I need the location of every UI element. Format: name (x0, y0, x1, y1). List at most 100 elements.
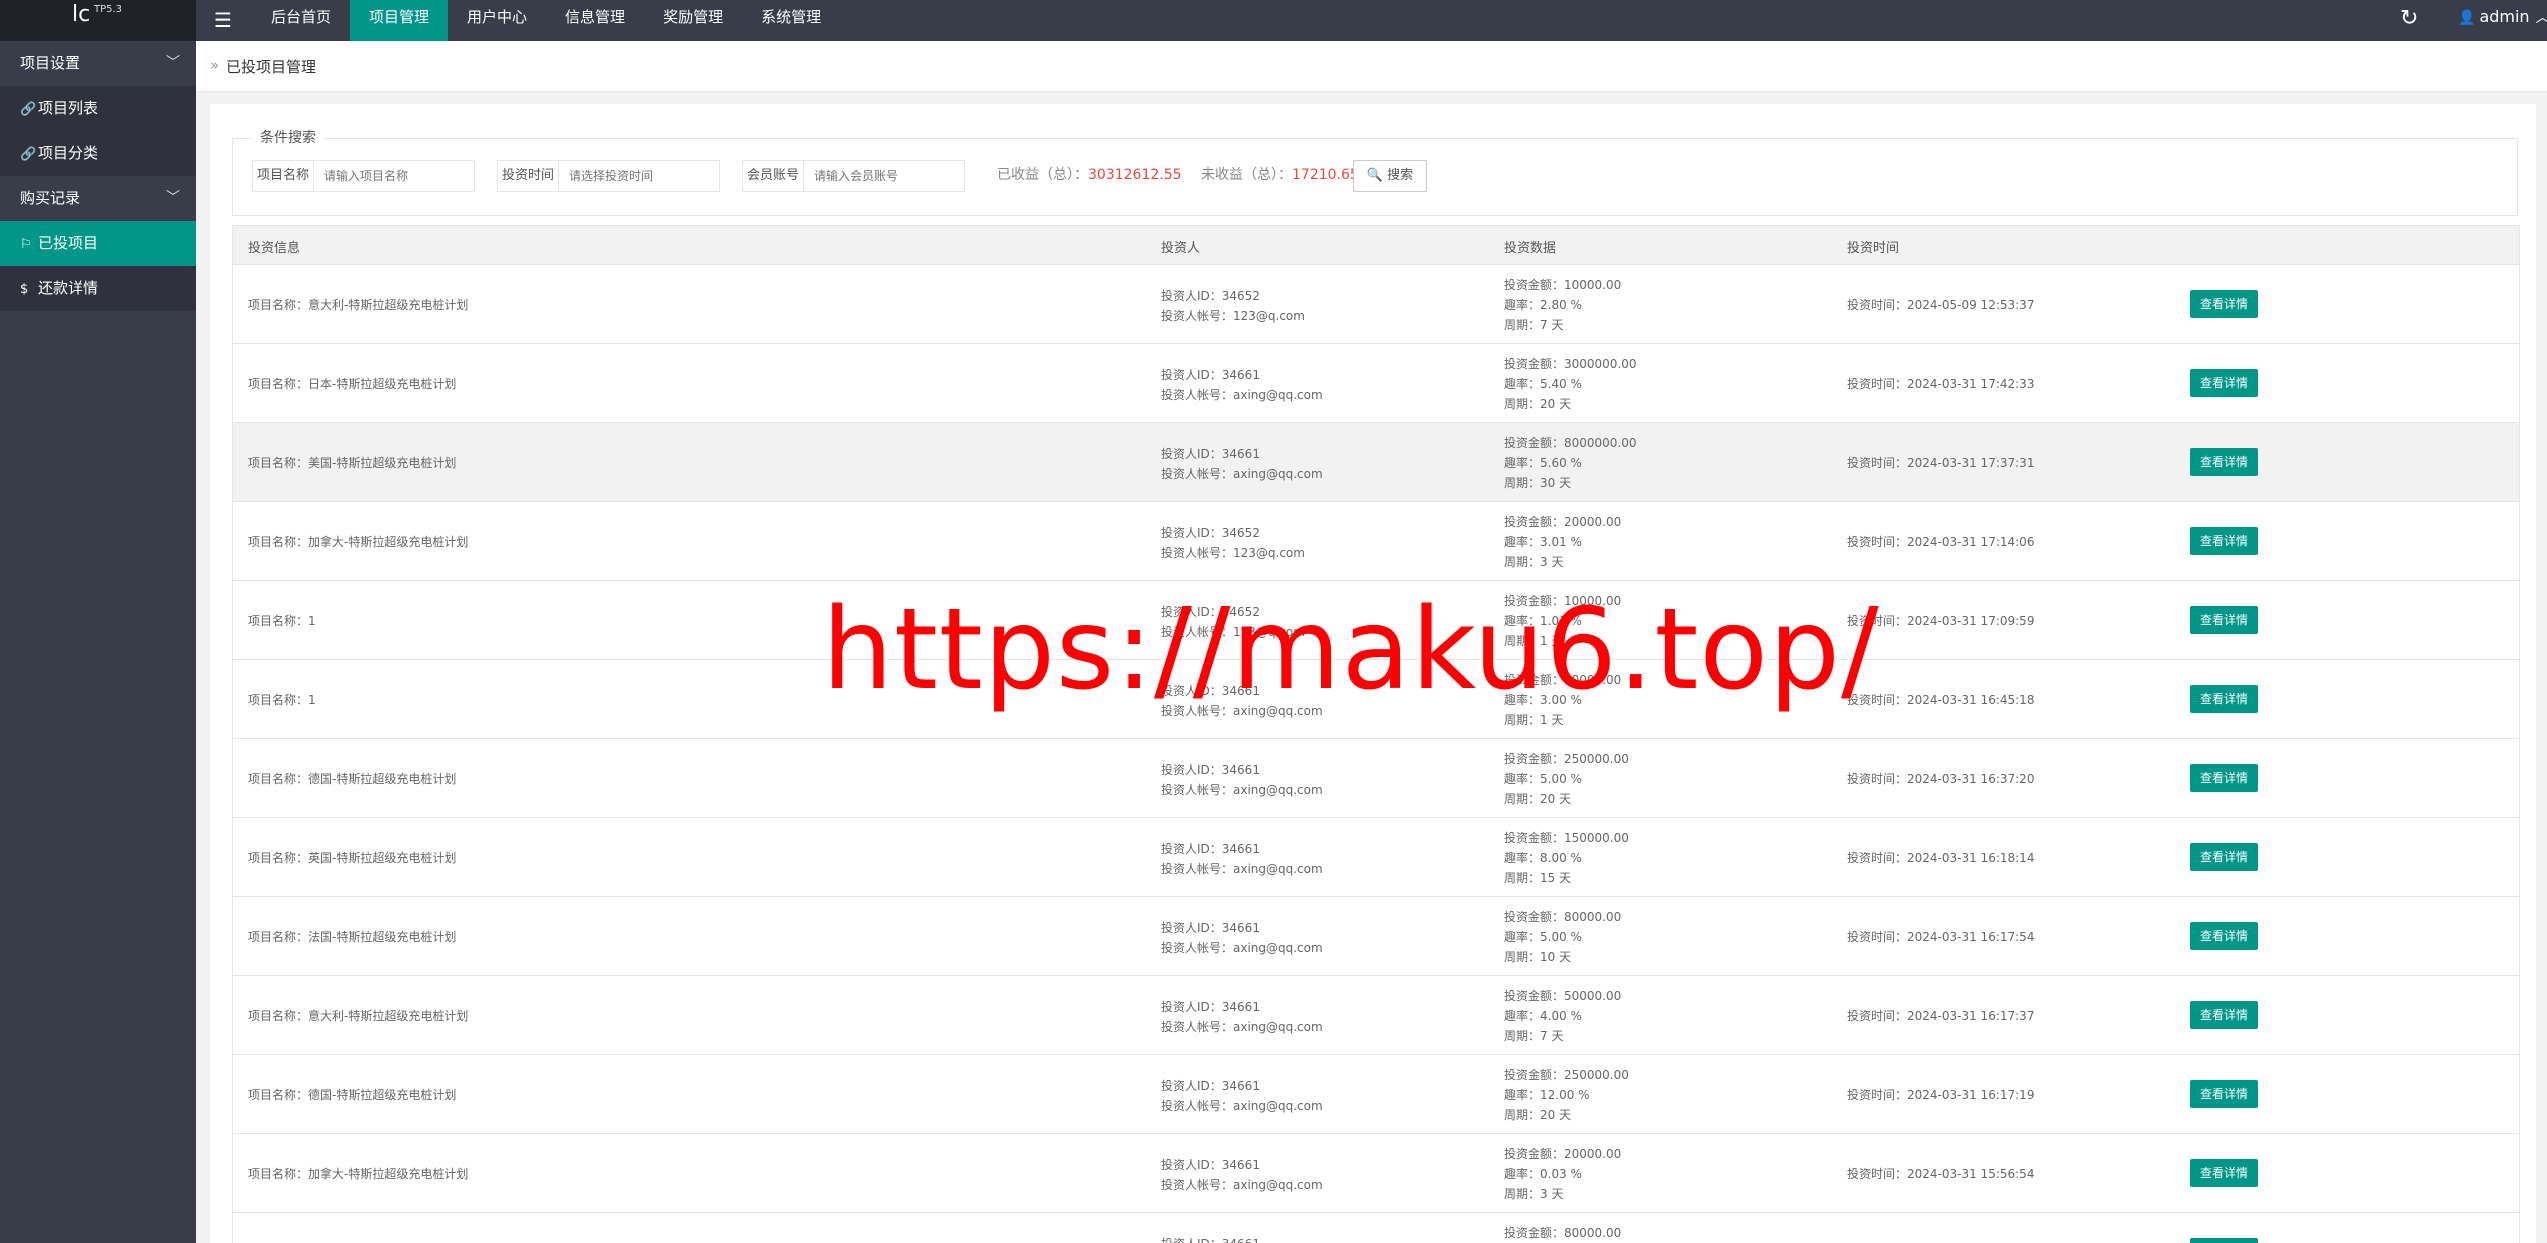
sidebar-item-label: 还款详情 (38, 279, 99, 297)
table-row: 项目名称：德国-特斯拉超级充电桩计划 投资人ID：34661 投资人帐号：axi… (233, 738, 2519, 817)
view-details-button[interactable]: 查看详情 (2190, 606, 2258, 634)
table-row: 项目名称：德国-特斯拉超级充电桩计划 投资人ID：34661 投资人帐号：axi… (233, 1054, 2519, 1133)
earned-total: 已收益（总）：30312612.55 (997, 160, 1182, 190)
sidebar-item-project-list[interactable]: 🔗 项目列表 (0, 86, 196, 131)
view-details-button[interactable]: 查看详情 (2190, 290, 2258, 318)
invest-rate: 趣率：4.00 % (1504, 1009, 1582, 1023)
invest-amount: 投资金额：8000000.00 (1504, 436, 1637, 450)
invest-period: 周期：3 天 (1504, 1187, 1564, 1201)
investor-account: 投资人帐号：axing@qq.com (1161, 388, 1323, 402)
view-details-button[interactable]: 查看详情 (2190, 1080, 2258, 1108)
invest-period: 周期：7 天 (1504, 1029, 1564, 1043)
invest-rate: 趣率：12.00 % (1504, 1088, 1590, 1102)
view-details-button[interactable]: 查看详情 (2190, 764, 2258, 792)
hamburger-icon[interactable]: ☰ (214, 8, 232, 32)
table-row: 项目名称：加拿大-特斯拉超级充电桩计划 投资人ID：34652 投资人帐号：12… (233, 501, 2519, 580)
member-account-field: 会员账号 (742, 160, 965, 192)
nav-item-info-management[interactable]: 信息管理 (546, 0, 644, 41)
search-form: 条件搜索 项目名称 投资时间 会员账号 已收益（总）：30312612.55 未… (232, 127, 2518, 216)
sidebar-item-invested-projects[interactable]: ⚐ 已投项目 (0, 221, 196, 266)
investor-cell: 投资人ID：34661 投资人帐号：axing@qq.com (1161, 1076, 1323, 1116)
view-details-button[interactable]: 查看详情 (2190, 1159, 2258, 1187)
invest-rate: 趣率：5.00 % (1504, 930, 1582, 944)
invest-data-cell: 投资金额：3000000.00 趣率：5.40 % 周期：20 天 (1504, 354, 1637, 414)
invest-time-cell: 投资时间：2024-03-31 16:17:54 (1847, 930, 2035, 944)
nav-item-system-management[interactable]: 系统管理 (742, 0, 840, 41)
view-details-button[interactable]: 查看详情 (2190, 1001, 2258, 1029)
project-name-input[interactable] (314, 161, 474, 191)
flag-icon: ⚐ (20, 237, 32, 252)
logo[interactable]: lc TP5.3 (0, 0, 196, 41)
header-invest-time: 投资时间 (1847, 241, 1900, 256)
search-button[interactable]: 🔍 搜索 (1353, 160, 1427, 192)
nav-item-user-center[interactable]: 用户中心 (448, 0, 546, 41)
logo-text: lc (72, 2, 91, 27)
view-details-button[interactable]: 查看详情 (2190, 685, 2258, 713)
sidebar-item-project-category[interactable]: 🔗 项目分类 (0, 131, 196, 176)
investor-account: 投资人帐号：axing@qq.com (1161, 783, 1323, 797)
user-menu[interactable]: 👤admin ︿ (2458, 7, 2547, 27)
view-details-button[interactable]: 查看详情 (2190, 369, 2258, 397)
investor-account: 投资人帐号：123@q.com (1161, 309, 1305, 323)
table-row: 项目名称：意大利-特斯拉超级充电桩计划 投资人ID：34661 投资人帐号：ax… (233, 975, 2519, 1054)
invest-period: 周期：20 天 (1504, 792, 1572, 806)
chevron-down-icon: ﹀ (166, 55, 180, 71)
table-row: 投资人ID：34661 投资金额：80000.00 查看详情 (233, 1212, 2519, 1243)
member-account-input[interactable] (804, 161, 964, 191)
investment-table: 投资信息 投资人 投资数据 投资时间 项目名称：意大利-特斯拉超级充电桩计划 投… (232, 225, 2520, 1243)
invest-rate: 趣率：5.40 % (1504, 377, 1582, 391)
sidebar-item-label: 项目列表 (38, 99, 99, 117)
project-name-cell: 项目名称：德国-特斯拉超级充电桩计划 (248, 1088, 457, 1102)
view-details-button[interactable]: 查看详情 (2190, 448, 2258, 476)
investor-id: 投资人ID：34661 (1161, 1158, 1260, 1172)
invest-amount: 投资金额：3000000.00 (1504, 357, 1637, 371)
table-row: 项目名称：英国-特斯拉超级充电桩计划 投资人ID：34661 投资人帐号：axi… (233, 817, 2519, 896)
invest-time-cell: 投资时间：2024-03-31 16:18:14 (1847, 851, 2035, 865)
sidebar-group-project-settings[interactable]: 项目设置 ﹀ (0, 41, 196, 86)
invest-rate: 趣率：3.01 % (1504, 535, 1582, 549)
search-icon: 🔍 (1366, 168, 1384, 183)
nav-item-home[interactable]: 后台首页 (252, 0, 350, 41)
invest-data-cell: 投资金额：250000.00 趣率：5.00 % 周期：20 天 (1504, 749, 1629, 809)
invest-amount: 投资金额：10000.00 (1504, 278, 1622, 292)
nav-item-reward-management[interactable]: 奖励管理 (644, 0, 742, 41)
link-icon: 🔗 (20, 102, 37, 117)
view-details-button[interactable]: 查看详情 (2190, 843, 2258, 871)
investor-id: 投资人ID：34661 (1161, 763, 1260, 777)
sidebar-group-label: 项目设置 (20, 54, 81, 72)
invest-time-cell: 投资时间：2024-03-31 16:17:37 (1847, 1009, 2035, 1023)
investor-account: 投资人帐号：axing@qq.com (1161, 1099, 1323, 1113)
invest-time-input[interactable] (559, 161, 719, 191)
sidebar-item-repayment-details[interactable]: $ 还款详情 (0, 266, 196, 311)
view-details-button[interactable]: 查看详情 (2190, 922, 2258, 950)
nav-item-project-management[interactable]: 项目管理 (350, 0, 449, 41)
invest-data-cell: 投资金额：20000.00 趣率：3.01 % 周期：3 天 (1504, 512, 1621, 572)
investor-cell: 投资人ID：34652 投资人帐号：123@q.com (1161, 523, 1305, 563)
investor-cell: 投资人ID：34661 投资人帐号：axing@qq.com (1161, 918, 1323, 958)
top-navbar: lc TP5.3 ☰ 后台首页 项目管理 用户中心 信息管理 奖励管理 系统管理… (0, 0, 2547, 41)
breadcrumb-separator: » (210, 56, 220, 74)
view-details-button[interactable]: 查看详情 (2190, 527, 2258, 555)
sidebar: 项目设置 ﹀ 🔗 项目列表 🔗 项目分类 购买记录 ﹀ ⚐ 已投项目 $ 还款详情 (0, 41, 196, 1243)
investor-account: 投资人帐号：123@q.com (1161, 546, 1305, 560)
investor-cell: 投资人ID：34661 投资人帐号：axing@qq.com (1161, 444, 1323, 484)
page-title: 已投项目管理 (226, 58, 317, 76)
view-details-button[interactable]: 查看详情 (2190, 1238, 2258, 1243)
invest-time-cell: 投资时间：2024-03-31 15:56:54 (1847, 1167, 2035, 1181)
investor-account: 投资人帐号：axing@qq.com (1161, 467, 1323, 481)
header-invest-info: 投资信息 (248, 241, 301, 256)
header-invest-data: 投资数据 (1504, 241, 1557, 256)
table-row: 项目名称：意大利-特斯拉超级充电桩计划 投资人ID：34652 投资人帐号：12… (233, 264, 2519, 343)
user-name: admin (2479, 7, 2530, 26)
investor-id: 投资人ID：34661 (1161, 368, 1260, 382)
invest-amount: 投资金额：20000.00 (1504, 1147, 1622, 1161)
refresh-icon[interactable]: ↻ (2400, 6, 2418, 31)
invest-amount: 投资金额：80000.00 (1504, 910, 1622, 924)
sidebar-item-label: 已投项目 (38, 234, 99, 252)
invest-time-cell: 投资时间：2024-03-31 17:37:31 (1847, 456, 2035, 470)
investor-id: 投资人ID：34652 (1161, 289, 1260, 303)
invest-data-cell: 投资金额：250000.00 趣率：12.00 % 周期：20 天 (1504, 1065, 1629, 1125)
earned-label: 已收益（总）： (997, 167, 1088, 183)
sidebar-group-purchase-records[interactable]: 购买记录 ﹀ (0, 176, 196, 221)
project-name-cell: 项目名称：加拿大-特斯拉超级充电桩计划 (248, 535, 469, 549)
